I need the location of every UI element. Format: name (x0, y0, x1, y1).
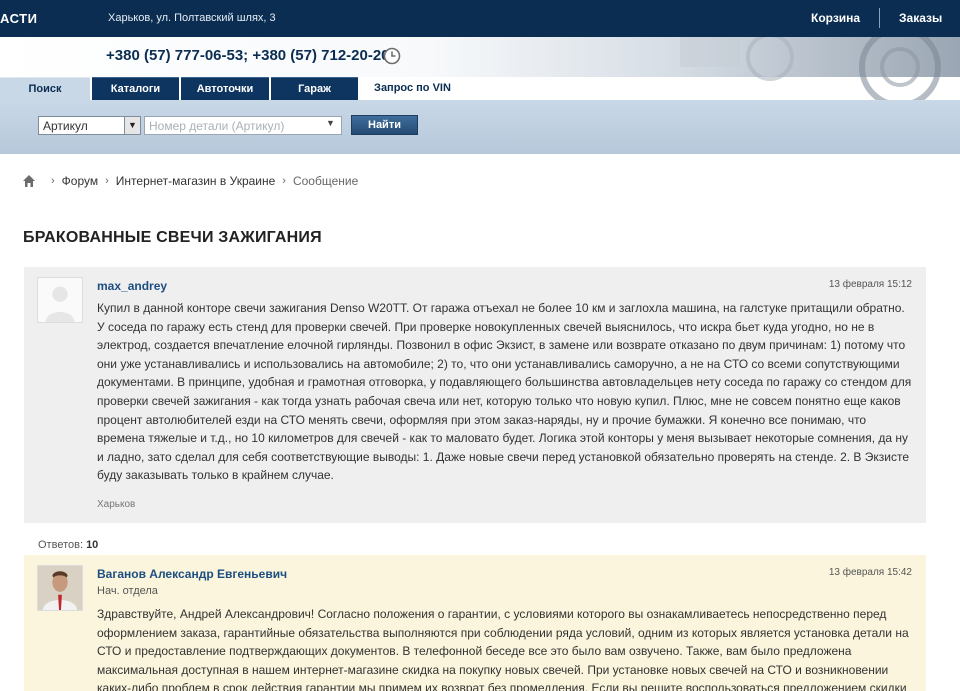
tab-autopoints[interactable]: Автоточки (181, 77, 269, 100)
part-number-input[interactable]: Номер детали (Артикул) (144, 116, 342, 135)
chevron-right-icon: › (105, 175, 109, 187)
replies-label: Ответов: (38, 539, 83, 551)
reply-post: Ваганов Александр Евгеньевич 13 февраля … (24, 555, 926, 691)
replies-number: 10 (86, 539, 99, 551)
post-text: Здравствуйте, Андрей Александрович! Согл… (97, 607, 909, 691)
breadcrumb-forum[interactable]: Форум (62, 174, 98, 188)
post-text: Купил в данной конторе свечи зажигания D… (97, 301, 912, 483)
home-icon[interactable] (22, 174, 36, 188)
clock-icon[interactable] (383, 47, 401, 65)
site-brand[interactable]: АСТИ (0, 11, 37, 26)
top-bar: АСТИ Харьков, ул. Полтавский шлях, 3 Кор… (0, 0, 960, 37)
post-date: 13 февраля 15:12 (828, 279, 912, 290)
post-date: 13 февраля 15:42 (828, 567, 912, 578)
phone-numbers: +380 (57) 777-06-53; +380 (57) 712-20-20 (106, 47, 390, 64)
tab-search[interactable]: Поиск (0, 77, 90, 100)
replies-count: Ответов: 10 (38, 539, 98, 551)
breadcrumb-shop-ukraine[interactable]: Интернет-магазин в Украине (116, 174, 276, 188)
chevron-down-icon[interactable]: ▼ (326, 118, 335, 128)
chevron-right-icon: › (282, 175, 286, 187)
breadcrumb-current: Сообщение (292, 174, 359, 188)
post-city: Харьков (97, 499, 136, 510)
nav-divider (879, 8, 880, 28)
orders-link[interactable]: Заказы (899, 11, 942, 25)
find-button[interactable]: Найти (351, 115, 418, 135)
tab-garage[interactable]: Гараж (271, 77, 358, 100)
breadcrumb: › Форум › Интернет-магазин в Украине › С… (22, 172, 358, 190)
header-band: +380 (57) 777-06-53; +380 (57) 712-20-20 (0, 37, 960, 108)
chevron-down-icon[interactable]: ▼ (124, 116, 141, 135)
page-title: БРАКОВАННЫЕ СВЕЧИ ЗАЖИГАНИЯ (23, 229, 322, 246)
search-panel: Артикул ▼ Номер детали (Артикул) ▼ Найти (0, 100, 960, 154)
tab-catalogs[interactable]: Каталоги (92, 77, 179, 100)
tab-vin-request[interactable]: Запрос по VIN (360, 77, 465, 100)
main-tabs: Поиск Каталоги Автоточки Гараж Запрос по… (0, 77, 960, 100)
avatar[interactable] (37, 277, 83, 323)
author-role: Нач. отдела (97, 585, 158, 597)
cart-link[interactable]: Корзина (811, 11, 860, 25)
forum-post: max_andrey 13 февраля 15:12 Купил в данн… (24, 267, 926, 523)
avatar[interactable] (37, 565, 83, 611)
post-author[interactable]: Ваганов Александр Евгеньевич (97, 567, 287, 581)
post-author[interactable]: max_andrey (97, 279, 167, 293)
store-address: Харьков, ул. Полтавский шлях, 3 (108, 12, 276, 24)
chevron-right-icon: › (51, 175, 55, 187)
